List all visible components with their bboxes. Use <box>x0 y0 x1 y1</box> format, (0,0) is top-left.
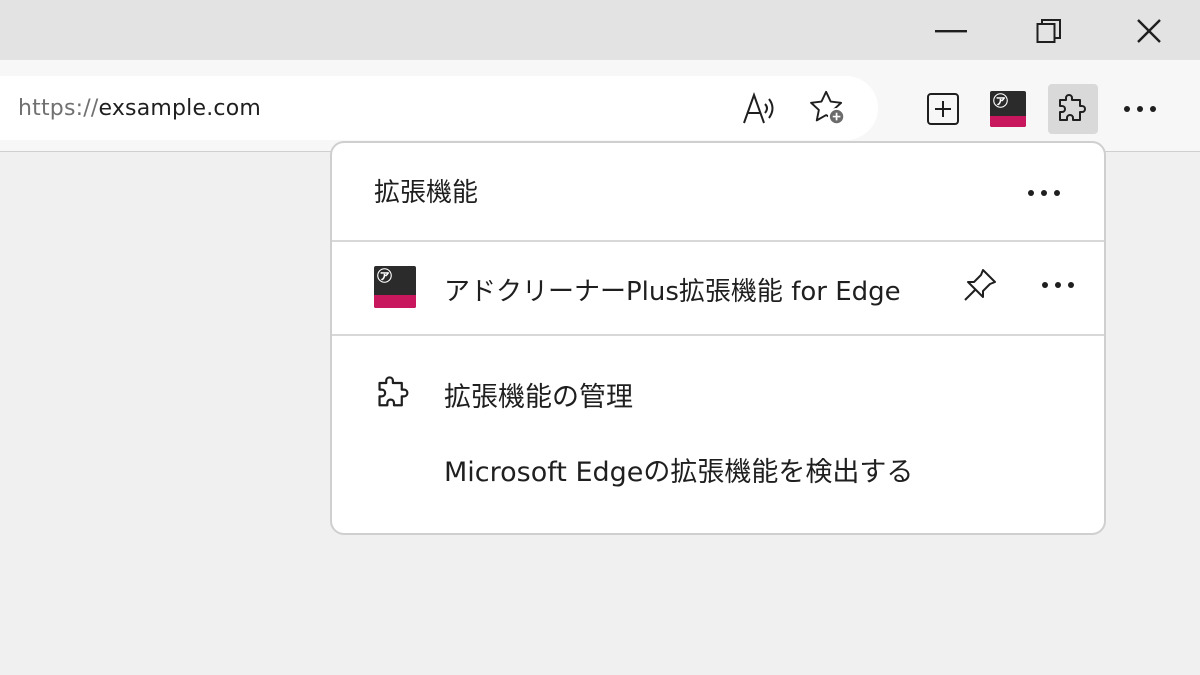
pin-icon <box>964 269 996 301</box>
manage-extensions-icon-wrap <box>374 371 414 415</box>
adcleaner-logo-icon: ㋐ <box>374 266 416 308</box>
manage-extensions-link[interactable]: 拡張機能の管理 <box>444 375 633 414</box>
url-text[interactable]: https://exsample.com <box>18 96 261 121</box>
minimize-icon <box>935 30 967 33</box>
extension-logo: ㋐ <box>374 266 416 308</box>
read-aloud-button[interactable] <box>740 88 780 128</box>
star-add-icon <box>810 90 846 126</box>
extension-name[interactable]: アドクリーナーPlus拡張機能 for Edge <box>444 271 901 308</box>
divider <box>332 240 1104 242</box>
add-tab-button[interactable] <box>918 84 968 134</box>
extensions-button[interactable] <box>1048 84 1098 134</box>
restore-button[interactable] <box>1017 6 1081 56</box>
puzzle-icon <box>378 376 409 407</box>
add-tab-icon <box>927 93 959 125</box>
more-horizontal-icon <box>1124 106 1156 112</box>
url-host: exsample.com <box>98 96 262 121</box>
close-window-button[interactable] <box>1117 6 1181 56</box>
adcleaner-extension-button[interactable]: ㋐ <box>983 84 1033 134</box>
settings-more-button[interactable] <box>1115 84 1165 134</box>
more-horizontal-icon <box>1042 282 1074 288</box>
extension-more-button[interactable] <box>1032 265 1084 305</box>
panel-more-button[interactable] <box>1018 173 1070 213</box>
read-aloud-icon <box>743 92 774 124</box>
minimize-button[interactable] <box>920 6 984 56</box>
add-favorite-button[interactable] <box>808 88 848 128</box>
extensions-panel: 拡張機能 ㋐ アドクリーナーPlus拡張機能 for Edge 拡張機能の管理 … <box>330 141 1106 535</box>
url-protocol: https:// <box>18 96 99 121</box>
puzzle-icon <box>1059 94 1086 121</box>
restore-icon <box>1036 19 1061 43</box>
browser-toolbar: https://exsample.com ㋐ <box>0 60 1200 152</box>
pin-extension-button[interactable] <box>960 265 1000 305</box>
divider <box>332 334 1104 336</box>
address-bar[interactable]: https://exsample.com <box>0 76 878 140</box>
discover-extensions-link[interactable]: Microsoft Edgeの拡張機能を検出する <box>444 450 913 489</box>
more-horizontal-icon <box>1028 190 1060 196</box>
close-icon <box>1137 19 1161 43</box>
title-bar <box>0 0 1200 60</box>
adcleaner-logo-icon: ㋐ <box>990 91 1026 127</box>
panel-title: 拡張機能 <box>374 178 479 208</box>
